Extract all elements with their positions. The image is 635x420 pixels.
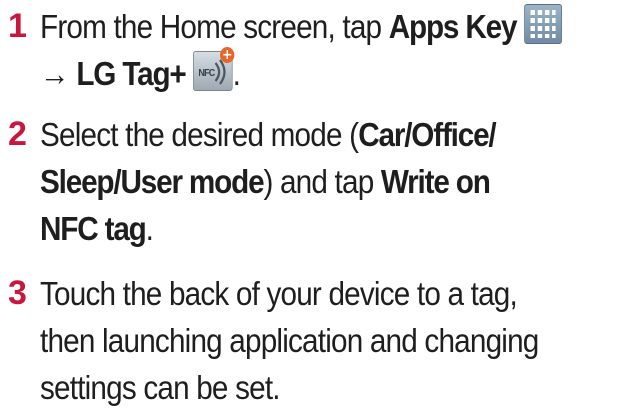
write-nfc-tag-label: Write on bbox=[380, 163, 491, 200]
step-text-line: Touch the back of your device to a tag, bbox=[40, 275, 518, 312]
apps-grid-icon bbox=[523, 4, 562, 44]
step-text: Select the desired mode (Car/Office/ Sle… bbox=[40, 111, 634, 252]
instruction-page: 1 From the Home screen, tap Apps Key → L… bbox=[0, 0, 635, 420]
step-text-segment: ) and tap bbox=[263, 163, 381, 200]
plus-badge-icon: + bbox=[220, 47, 235, 63]
step-text-segment: From the Home screen, tap bbox=[40, 8, 389, 45]
step-text-segment: . bbox=[145, 210, 154, 247]
step-number: 1 bbox=[8, 7, 27, 45]
mode-options-label-cont: Sleep/User mode bbox=[40, 163, 265, 200]
step-text-segment: Select the desired mode ( bbox=[40, 116, 359, 153]
mode-options-label: Car/Office/ bbox=[358, 116, 497, 153]
write-nfc-tag-label-cont: NFC tag bbox=[40, 210, 147, 247]
step-text-line: settings can be set. bbox=[40, 369, 281, 406]
step-text-line: then launching application and changing bbox=[40, 322, 539, 359]
step-number: 2 bbox=[8, 115, 27, 153]
nfc-icon-label: NFC bbox=[198, 68, 215, 80]
step-number: 3 bbox=[8, 274, 27, 312]
arrow-symbol: → bbox=[40, 55, 77, 92]
apps-key-label: Apps Key bbox=[388, 8, 518, 45]
nfc-tag-icon: NFC + bbox=[193, 47, 235, 91]
step-text: Touch the back of your device to a tag, … bbox=[40, 270, 634, 411]
lg-tag-plus-label: LG Tag+ bbox=[76, 55, 186, 92]
step-text-segment: . bbox=[232, 55, 241, 92]
step-text: From the Home screen, tap Apps Key → LG … bbox=[40, 3, 634, 97]
